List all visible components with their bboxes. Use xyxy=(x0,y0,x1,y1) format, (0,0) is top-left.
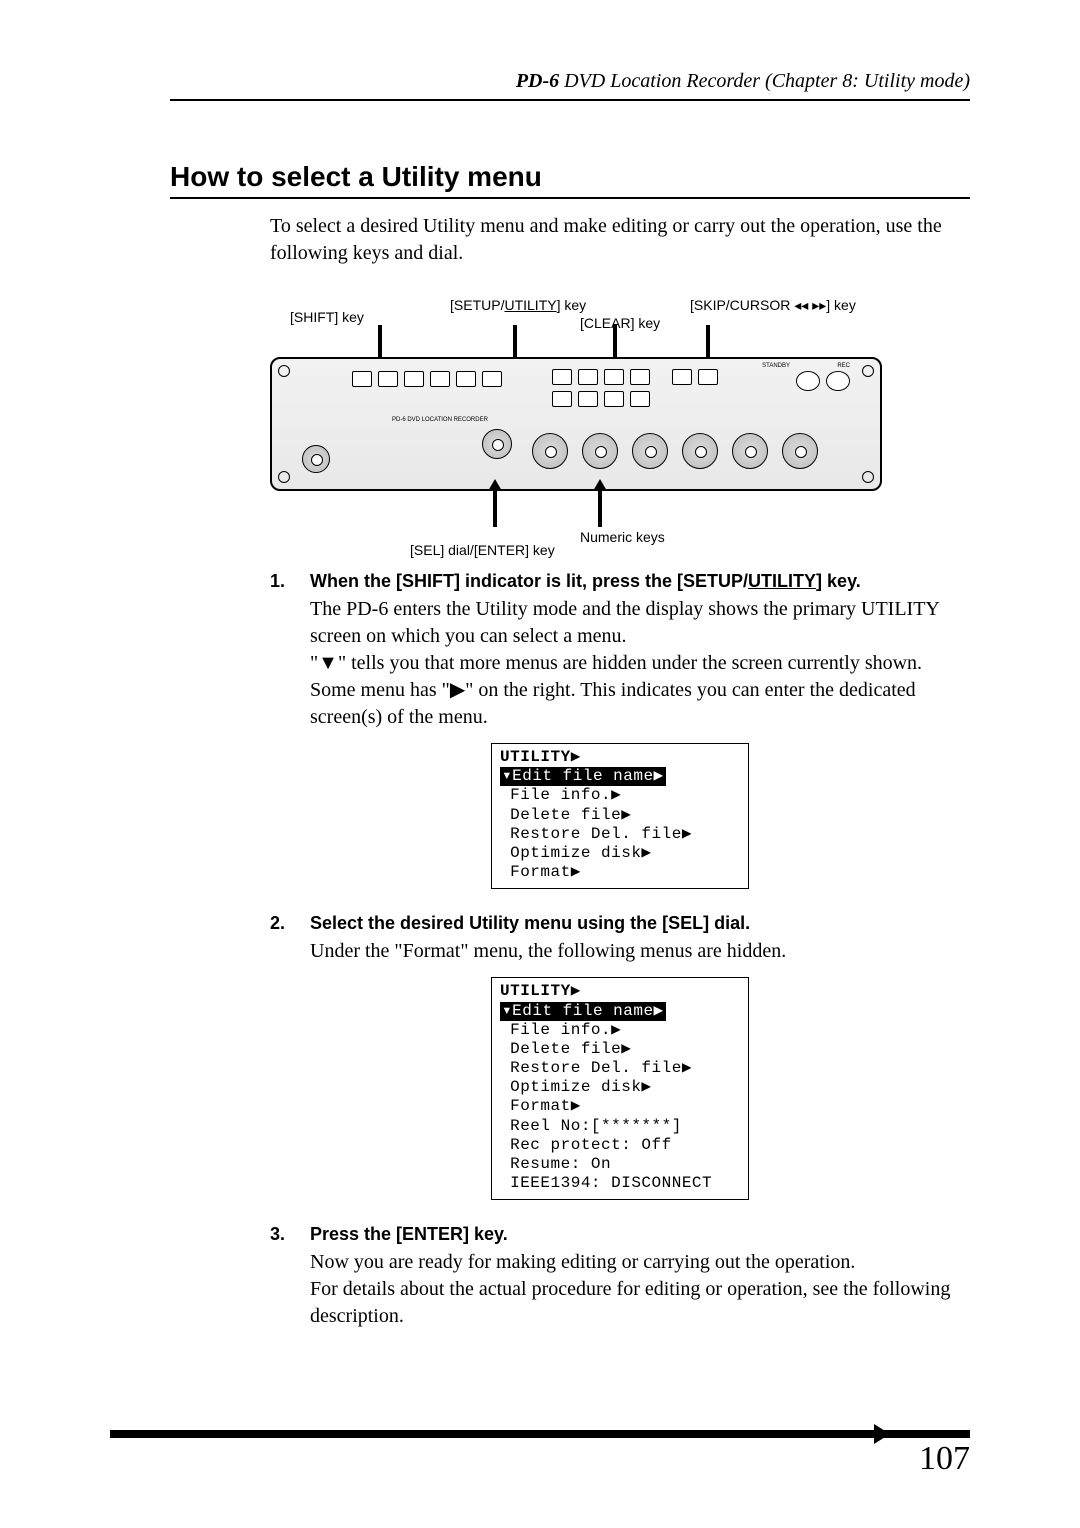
panel-rec-label: REC xyxy=(837,363,850,369)
lcd-row: Restore Del. file▶ xyxy=(500,1059,740,1078)
lcd-row: File info.▶ xyxy=(500,786,740,805)
lcd-row: File info.▶ xyxy=(500,1021,740,1040)
device-panel: STANDBY REC PD-6 DVD LOCATION RECORDER xyxy=(270,357,882,491)
page-footer: 107 xyxy=(110,1430,970,1478)
label-sel-enter: [SEL] dial/[ENTER] key xyxy=(410,542,555,558)
lcd1-highlight: ▾Edit file name▶ xyxy=(500,767,666,786)
footer-rule xyxy=(110,1430,970,1438)
page-number: 107 xyxy=(110,1440,970,1478)
lcd-row: Optimize disk▶ xyxy=(500,1078,740,1097)
step-3-body: Now you are ready for making editing or … xyxy=(310,1249,970,1330)
step-1-body: The PD-6 enters the Utility mode and the… xyxy=(310,596,970,731)
lcd-row: Optimize disk▶ xyxy=(500,844,740,863)
lcd-row: Reel No:[*******] xyxy=(500,1117,740,1136)
steps-list: 1. When the [SHIFT] indicator is lit, pr… xyxy=(270,571,970,1330)
label-clear-key: [CLEAR] key xyxy=(580,315,660,331)
product-name: PD-6 xyxy=(516,70,559,92)
lcd-row: Format▶ xyxy=(500,863,740,882)
panel-standby-label: STANDBY xyxy=(762,363,790,369)
lcd-row: Rec protect: Off xyxy=(500,1136,740,1155)
panel-title-label: PD-6 DVD LOCATION RECORDER xyxy=(392,417,488,423)
section-title: How to select a Utility menu xyxy=(170,161,970,193)
lcd-row: Restore Del. file▶ xyxy=(500,825,740,844)
lcd-row: Resume: On xyxy=(500,1155,740,1174)
label-shift-key: [SHIFT] key xyxy=(290,309,364,325)
label-setup-utility-key: [SETUP/UTILITY] key xyxy=(450,297,586,313)
lcd2-highlight: ▾Edit file name▶ xyxy=(500,1002,666,1021)
step-3-head: 3. Press the [ENTER] key. xyxy=(270,1224,970,1245)
label-skip-cursor-key: [SKIP/CURSOR ◂◂ ▸▸] key xyxy=(690,297,856,314)
panel-diagram: [SHIFT] key [SETUP/UTILITY] key [CLEAR] … xyxy=(270,297,880,547)
lcd-row: Delete file▶ xyxy=(500,1040,740,1059)
label-numeric-keys: Numeric keys xyxy=(580,529,665,545)
lcd-screenshot-2: UTILITY▶ ▾Edit file name▶ File info.▶ De… xyxy=(491,977,749,1200)
header-rest: DVD Location Recorder (Chapter 8: Utilit… xyxy=(559,70,970,92)
step-2-head: 2. Select the desired Utility menu using… xyxy=(270,913,970,934)
intro-paragraph: To select a desired Utility menu and mak… xyxy=(270,213,970,267)
section-rule xyxy=(170,197,970,199)
lcd-row: IEEE1394: DISCONNECT xyxy=(500,1174,740,1193)
step-1-head: 1. When the [SHIFT] indicator is lit, pr… xyxy=(270,571,970,592)
lcd-row: Format▶ xyxy=(500,1097,740,1116)
step-2-body: Under the "Format" menu, the following m… xyxy=(310,938,970,965)
lcd-row: Delete file▶ xyxy=(500,806,740,825)
lcd-screenshot-1: UTILITY▶ ▾Edit file name▶ File info.▶ De… xyxy=(491,743,749,889)
running-header: PD-6 DVD Location Recorder (Chapter 8: U… xyxy=(170,70,970,101)
